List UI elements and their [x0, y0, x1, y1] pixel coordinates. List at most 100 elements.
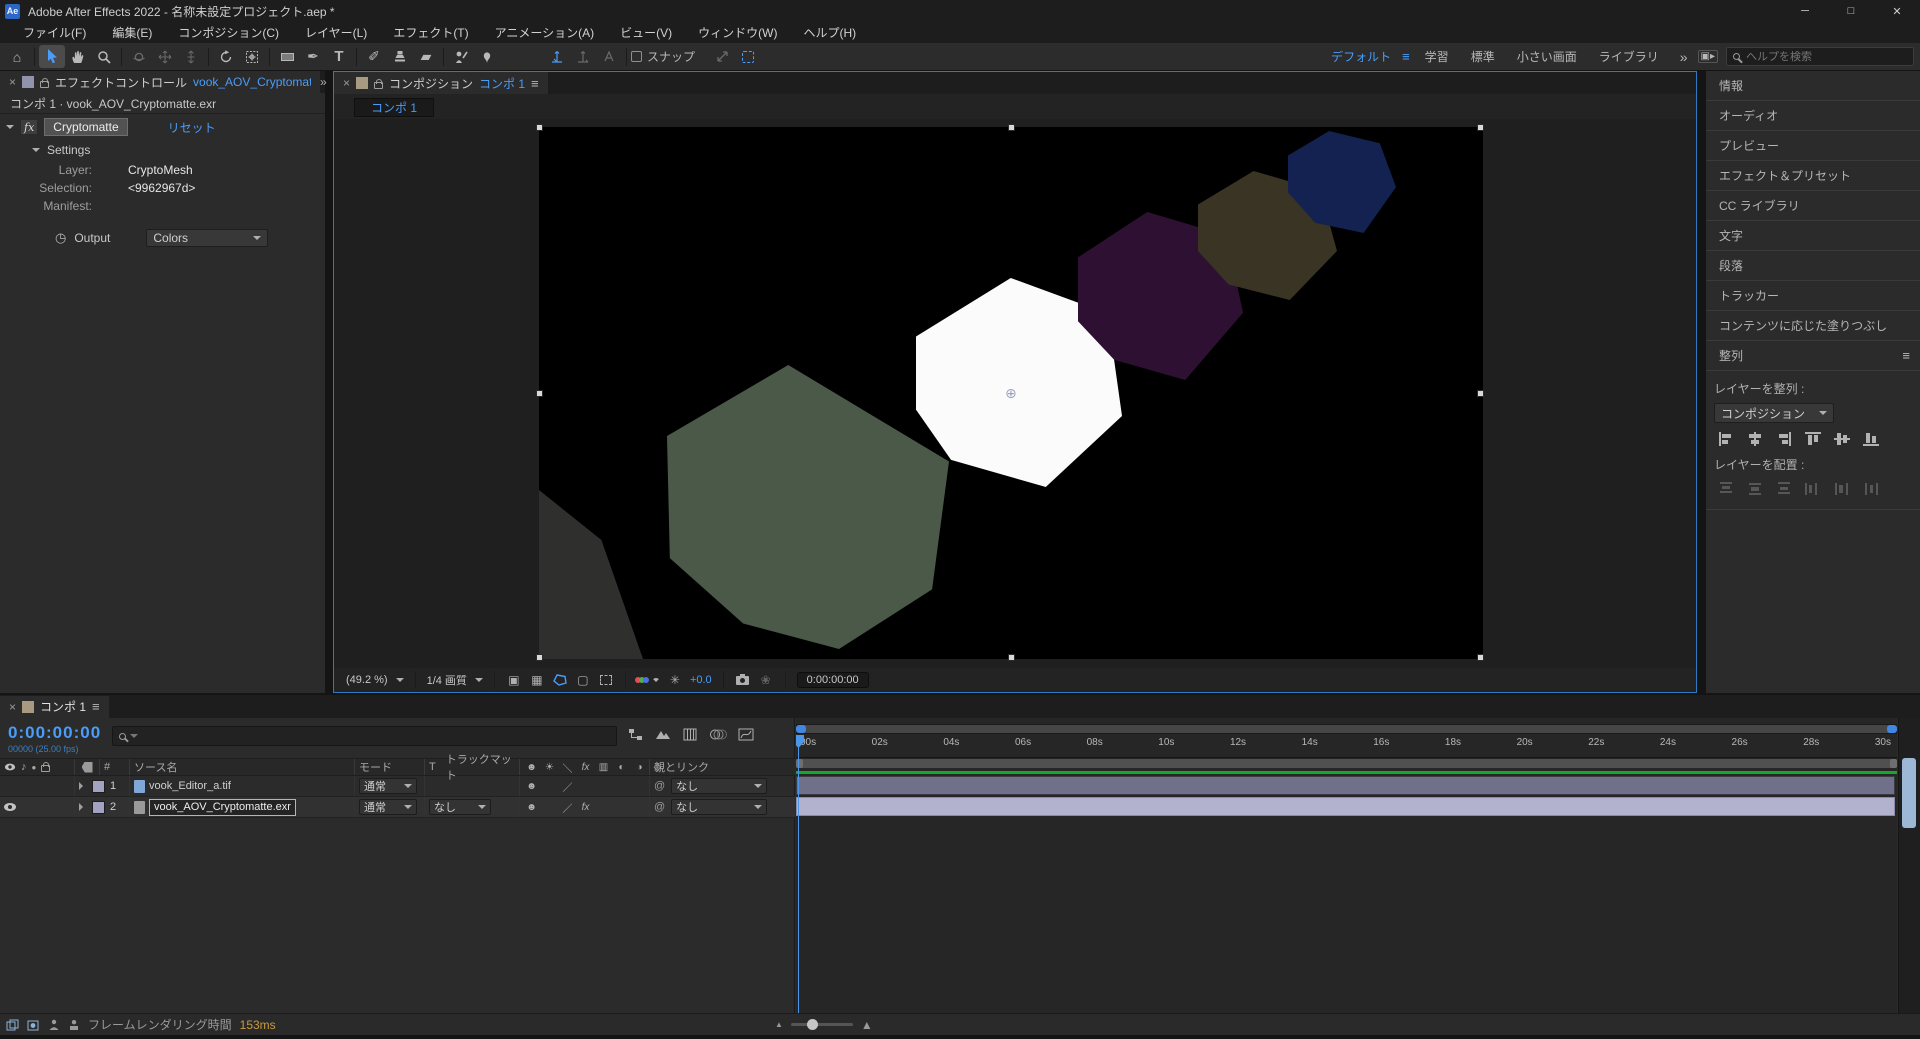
effects-icon[interactable]: fx — [578, 762, 593, 773]
align-target-dropdown[interactable]: コンポジション — [1714, 403, 1834, 423]
pen-tool-icon[interactable]: ✒ — [300, 45, 326, 68]
close-button[interactable]: ✕ — [1874, 0, 1920, 22]
timeline-search[interactable] — [112, 726, 617, 746]
collapsed-panel-tab[interactable]: コンテンツに応じた塗りつぶし — [1706, 311, 1920, 341]
menu-item[interactable]: レイヤー(L) — [292, 24, 380, 41]
workspace-overflow-icon[interactable]: » — [1680, 49, 1688, 65]
selection-handle[interactable] — [1008, 654, 1015, 661]
hand-tool-icon[interactable] — [65, 45, 91, 68]
selection-handle[interactable] — [1008, 124, 1015, 131]
collapsed-panel-tab[interactable]: CC ライブラリ — [1706, 191, 1920, 221]
eye-icon[interactable] — [5, 764, 15, 771]
layer-source-name[interactable]: vook_Editor_a.tif — [149, 780, 231, 792]
av-features-cell[interactable] — [0, 776, 75, 796]
menu-item[interactable]: コンポジション(C) — [165, 24, 292, 41]
selection-handle[interactable] — [536, 654, 543, 661]
dolly-camera-tool-icon[interactable] — [178, 45, 204, 68]
bounding-box-icon[interactable] — [735, 45, 761, 68]
work-area-end-handle[interactable] — [1890, 759, 1897, 768]
eye-icon[interactable] — [4, 803, 16, 811]
effects-toggle[interactable]: fx — [578, 802, 593, 813]
chevron-down-icon[interactable] — [32, 148, 40, 156]
snapshot-camera-icon[interactable] — [735, 676, 751, 685]
scrollbar-start-cap[interactable] — [796, 725, 806, 733]
source-name-column-header[interactable]: ソース名 — [130, 759, 355, 775]
snap-checkbox[interactable] — [631, 51, 642, 62]
timeline-vertical-scrollbar[interactable] — [1898, 718, 1920, 1013]
shy-toggle[interactable]: ☻ — [524, 802, 539, 813]
pickwhip-icon[interactable]: @ — [654, 801, 665, 813]
viewer-tab-comp1[interactable]: コンポ 1 — [354, 98, 434, 117]
menu-item[interactable]: ファイル(F) — [10, 24, 99, 41]
workspace-tab-learn[interactable]: 学習 — [1425, 48, 1449, 65]
shy-icon[interactable]: ☻ — [524, 762, 539, 773]
parent-dropdown[interactable]: なし — [671, 799, 767, 815]
quality-toggle[interactable]: ／ — [560, 800, 575, 815]
align-bottom-icon[interactable] — [1863, 432, 1879, 446]
snap-options-icon[interactable] — [709, 45, 735, 68]
snap-label[interactable]: スナップ — [647, 48, 695, 65]
crop-region-icon[interactable] — [598, 675, 614, 685]
mask-visibility-icon[interactable] — [552, 674, 568, 686]
magnification-dropdown[interactable]: (49.2 %) — [346, 674, 404, 686]
align-top-icon[interactable] — [1805, 432, 1821, 446]
menu-item[interactable]: ヘルプ(H) — [791, 24, 870, 41]
selection-handle[interactable] — [1477, 124, 1484, 131]
collapsed-panel-tab[interactable]: 情報 — [1706, 71, 1920, 101]
menu-item[interactable]: 編集(E) — [99, 24, 165, 41]
close-icon[interactable]: × — [343, 76, 350, 90]
adjustment-layer-icon[interactable]: ◑ — [632, 762, 647, 773]
output-dropdown[interactable]: Colors — [146, 229, 268, 247]
menu-item[interactable]: ウィンドウ(W) — [685, 24, 790, 41]
layer-duration-bar-2[interactable] — [796, 797, 1895, 816]
composition-mini-flowchart-icon[interactable] — [628, 728, 644, 741]
rotation-tool-icon[interactable] — [213, 45, 239, 68]
panel-menu-icon[interactable]: ≡ — [1902, 348, 1910, 363]
selection-handle[interactable] — [1477, 654, 1484, 661]
roto-brush-tool-icon[interactable] — [448, 45, 474, 68]
effect-controls-tab[interactable]: × エフェクトコントロール vook_AOV_Cryptomatte — [0, 71, 320, 93]
workspace-tab-default[interactable]: デフォルト — [1331, 48, 1391, 65]
layer-duration-bar-1[interactable] — [796, 776, 1895, 795]
zoom-out-icon[interactable]: ▲ — [775, 1020, 783, 1029]
pickwhip-icon[interactable]: @ — [654, 780, 665, 792]
distribute-vertical-center-icon[interactable] — [1747, 482, 1763, 496]
exposure-icon[interactable]: ✳ — [667, 673, 683, 687]
composition-tab[interactable]: × コンポジション コンポ 1 ≡ — [334, 72, 548, 94]
mode-dropdown[interactable]: 通常 — [359, 778, 417, 794]
current-timecode[interactable]: 0:00:00:00 — [8, 723, 101, 743]
timeline-horizontal-scrollbar[interactable] — [796, 724, 1897, 734]
timeline-zoom-slider[interactable]: ▲ ▲ — [775, 1018, 873, 1032]
maximize-button[interactable]: □ — [1828, 0, 1874, 22]
eraser-tool-icon[interactable]: ▰ — [413, 45, 439, 68]
workspace-tab-standard[interactable]: 標準 — [1471, 48, 1495, 65]
frame-blending-icon[interactable] — [682, 728, 698, 741]
layer-row-2[interactable]: 2 vook_AOV_Cryptomatte.exr 通常 なし ☻ — [0, 797, 795, 818]
home-icon[interactable]: ⌂ — [4, 45, 30, 68]
view-axis-mode-icon[interactable] — [596, 45, 622, 68]
lock-icon[interactable] — [40, 81, 49, 88]
lock-icon[interactable] — [41, 765, 50, 772]
align-right-icon[interactable] — [1776, 432, 1792, 446]
resolution-dropdown[interactable]: 1/4 画質 — [427, 672, 483, 688]
solo-icon[interactable]: ● — [32, 763, 37, 772]
align-left-icon[interactable] — [1718, 432, 1734, 446]
panel-menu-icon[interactable]: ≡ — [92, 699, 100, 714]
collapsed-panel-tab[interactable]: エフェクト＆プリセット — [1706, 161, 1920, 191]
distribute-top-icon[interactable] — [1718, 482, 1734, 496]
frame-blend-icon[interactable]: ▥ — [596, 762, 611, 773]
render-multiple-frames-icon[interactable] — [6, 1019, 19, 1031]
workspace-switcher-icon[interactable]: ▣▸ — [1698, 50, 1718, 63]
work-area[interactable] — [796, 759, 1897, 768]
scrollbar-end-cap[interactable] — [1887, 725, 1897, 733]
parent-link-column-header[interactable]: 親とリンク — [650, 759, 790, 775]
workspace-menu-icon[interactable]: ≡ — [1402, 49, 1410, 64]
reset-link[interactable]: リセット — [168, 119, 216, 136]
local-axis-mode-icon[interactable] — [544, 45, 570, 68]
mode-column-header[interactable]: モード — [355, 759, 425, 775]
panel-menu-icon[interactable]: ≡ — [531, 76, 539, 91]
exposure-value[interactable]: +0.0 — [690, 674, 712, 686]
collapsed-panel-tab[interactable]: 段落 — [1706, 251, 1920, 281]
track-matte-cell[interactable] — [425, 776, 520, 796]
time-ruler[interactable]: 00s02s04s06s08s10s12s14s16s18s20s22s24s2… — [796, 735, 1897, 758]
